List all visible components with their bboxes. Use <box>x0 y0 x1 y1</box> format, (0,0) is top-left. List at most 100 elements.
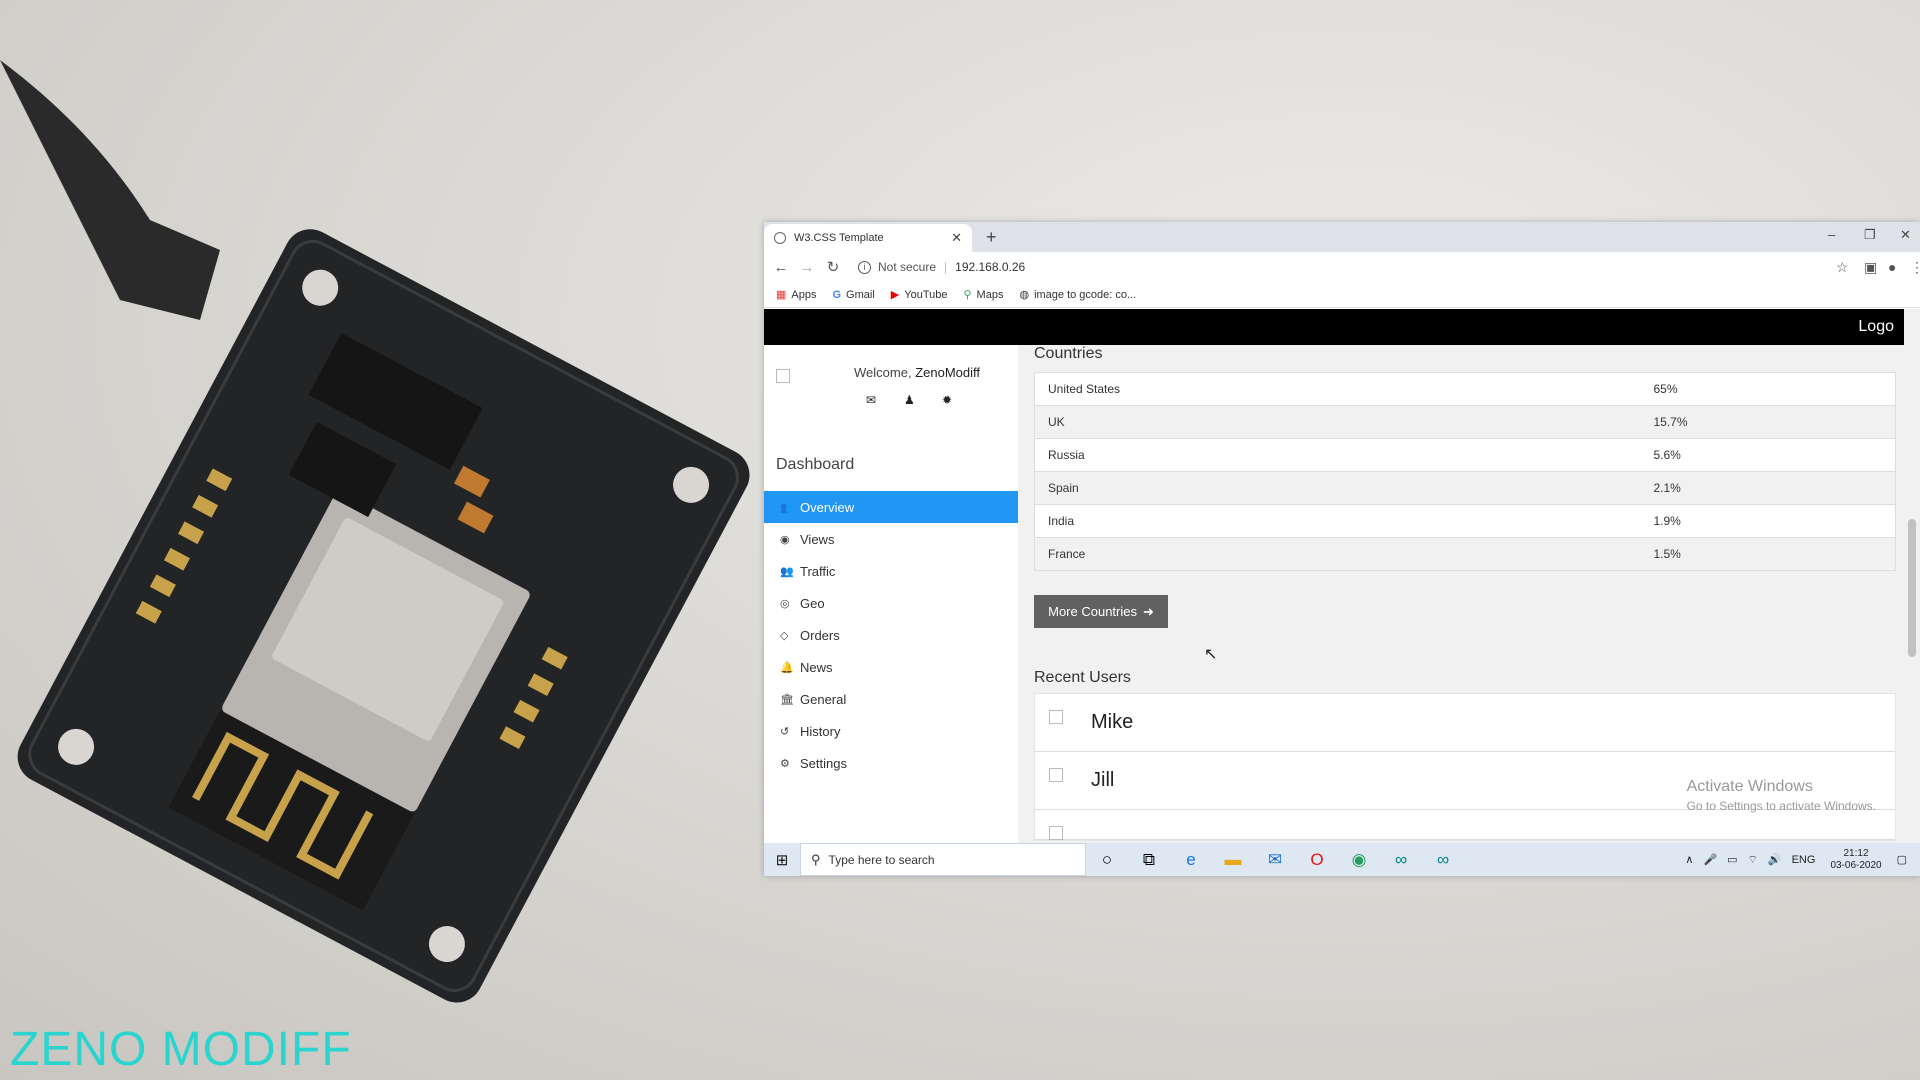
sidebar-item-traffic[interactable]: 👥 Traffic <box>764 555 1018 587</box>
clock-date: 03-06-2020 <box>1830 859 1882 871</box>
task-view-icon[interactable]: ⧉ <box>1128 850 1170 870</box>
bookmark-maps[interactable]: ⚲ Maps <box>963 288 1003 302</box>
user-avatar <box>1049 710 1063 724</box>
sidebar-item-geo[interactable]: ◎ Geo <box>764 587 1018 619</box>
menu-kebab-icon[interactable]: ⋮ <box>1910 259 1920 276</box>
taskbar: ⊞ ⚲ Type here to search ○ ⧉ e ▬ ✉ O ◉ ∞ … <box>764 843 1920 876</box>
globe-icon <box>774 232 786 244</box>
bullseye-icon: ◎ <box>780 597 790 610</box>
bank-icon: 🏛 <box>780 693 794 706</box>
forward-icon[interactable]: → <box>794 259 820 276</box>
back-icon[interactable]: ← <box>768 259 794 276</box>
windows-start-icon[interactable]: ⊞ <box>764 851 800 869</box>
sidebar: Welcome, ZenoModiff ✉ ♟ ✹ Dashboard 👥 Ove… <box>764 345 1018 843</box>
chevron-up-icon[interactable]: ∧ <box>1685 853 1693 866</box>
bookmark-gmail[interactable]: G Gmail <box>832 289 874 301</box>
bookmark-apps[interactable]: ▦ Apps <box>776 288 816 302</box>
country-percent: 5.6% <box>1640 438 1896 472</box>
tab-strip: W3.CSS Template ✕ + – ❐ ✕ <box>764 222 1920 252</box>
list-item[interactable] <box>1035 810 1895 840</box>
cog-icon[interactable]: ✹ <box>942 393 952 407</box>
search-icon: ⚲ <box>811 851 821 867</box>
edge-icon[interactable]: e <box>1170 850 1212 870</box>
user-avatar <box>1049 826 1063 840</box>
url-field[interactable]: i Not secure | 192.168.0.26 <box>858 260 1025 274</box>
sidebar-item-overview[interactable]: 👥 Overview <box>764 491 1018 523</box>
country-name: United States <box>1034 372 1641 406</box>
sidebar-item-general[interactable]: 🏛 General <box>764 683 1018 715</box>
envelope-icon[interactable]: ✉ <box>866 393 876 407</box>
url-text[interactable]: 192.168.0.26 <box>955 260 1025 274</box>
info-icon[interactable]: i <box>858 260 871 274</box>
microphone-icon[interactable]: 🎤 <box>1703 853 1717 866</box>
clock-time: 21:12 <box>1843 847 1869 859</box>
arrow-right-icon: ➜ <box>1142 603 1154 619</box>
cog-icon: ⚙ <box>780 757 790 770</box>
maps-pin-icon: ⚲ <box>963 289 972 301</box>
taskbar-search-input[interactable]: ⚲ Type here to search <box>800 843 1086 876</box>
youtube-icon: ▶ <box>890 289 900 301</box>
country-percent: 65% <box>1640 372 1896 406</box>
language-indicator[interactable]: ENG <box>1792 854 1816 866</box>
bookmark-star-icon[interactable]: ☆ <box>1836 259 1849 276</box>
logo-text[interactable]: Logo <box>1858 318 1894 336</box>
recent-users-list: Mike Jill <box>1034 693 1896 841</box>
sidebar-item-news[interactable]: 🔔 News <box>764 651 1018 683</box>
clock[interactable]: 21:12 03-06-2020 <box>1830 848 1881 872</box>
file-explorer-icon[interactable]: ▬ <box>1212 850 1254 870</box>
sidebar-item-settings[interactable]: ⚙ Settings <box>764 747 1018 779</box>
top-bar: Logo <box>764 309 1904 345</box>
sidebar-item-orders[interactable]: ◇ Orders <box>764 619 1018 651</box>
user-name: Jill <box>1091 769 1115 791</box>
url-separator: | <box>944 260 948 274</box>
extension-icon[interactable]: ▣ <box>1864 259 1877 276</box>
cortana-icon[interactable]: ○ <box>1086 850 1128 870</box>
arduino-icon[interactable]: ∞ <box>1380 850 1422 870</box>
table-row: France 1.5% <box>1034 537 1896 571</box>
opera-icon[interactable]: O <box>1296 850 1338 870</box>
country-percent: 2.1% <box>1640 471 1896 505</box>
browser-window: W3.CSS Template ✕ + – ❐ ✕ ← → ↻ i Not se… <box>764 222 1920 876</box>
new-tab-button[interactable]: + <box>986 227 997 248</box>
table-row: UK 15.7% <box>1034 405 1896 439</box>
list-item[interactable]: Mike <box>1035 694 1895 752</box>
wifi-icon[interactable]: ⌔ <box>1748 853 1758 867</box>
address-bar-row: ← → ↻ i Not secure | 192.168.0.26 ☆ ▣ ● … <box>764 252 1920 282</box>
page-scrollbar[interactable] <box>1904 309 1920 843</box>
sidebar-item-history[interactable]: ↺ History <box>764 715 1018 747</box>
mouse-cursor-icon: ↖ <box>1204 646 1218 663</box>
minimize-button[interactable]: – <box>1828 227 1835 242</box>
chrome-icon[interactable]: ◉ <box>1338 850 1380 870</box>
sidebar-item-views[interactable]: ◉ Views <box>764 523 1018 555</box>
browser-tab[interactable]: W3.CSS Template ✕ <box>764 224 972 252</box>
volume-icon[interactable]: 🔊 <box>1768 853 1782 866</box>
mail-icon[interactable]: ✉ <box>1254 850 1296 870</box>
arduino-icon[interactable]: ∞ <box>1422 850 1464 870</box>
profile-icon[interactable]: ● <box>1888 259 1896 275</box>
battery-icon[interactable]: ▭ <box>1727 853 1737 866</box>
country-name: France <box>1034 537 1641 571</box>
notification-icon[interactable]: ▢ <box>1897 853 1907 866</box>
bell-icon: 🔔 <box>780 661 794 674</box>
user-name: Mike <box>1091 711 1134 733</box>
bookmark-gcode[interactable]: ◍ image to gcode: co... <box>1019 288 1136 302</box>
restore-button[interactable]: ❐ <box>1864 227 1876 243</box>
countries-heading: Countries <box>1034 345 1103 362</box>
tab-close-icon[interactable]: ✕ <box>951 230 962 246</box>
close-window-button[interactable]: ✕ <box>1900 227 1911 243</box>
watermark-text: ZENO MODIFF <box>10 1023 352 1076</box>
reload-icon[interactable]: ↻ <box>820 258 846 276</box>
user-avatar <box>1049 768 1063 782</box>
welcome-text: Welcome, ZenoModiff <box>854 365 980 380</box>
table-row: United States 65% <box>1034 372 1896 406</box>
history-icon: ↺ <box>780 725 790 738</box>
users-icon: 👥 <box>780 565 794 578</box>
table-row: Spain 2.1% <box>1034 471 1896 505</box>
more-countries-button[interactable]: More Countries ➜ <box>1034 595 1168 628</box>
apps-grid-icon: ▦ <box>776 289 787 301</box>
bookmark-youtube[interactable]: ▶ YouTube <box>890 288 948 302</box>
scrollbar-thumb[interactable] <box>1908 519 1916 657</box>
table-row: India 1.9% <box>1034 504 1896 538</box>
user-icon[interactable]: ♟ <box>904 393 915 407</box>
sidebar-menu: 👥 Overview ◉ Views 👥 Traffic ◎ Geo ◇ Orders 🔔… <box>764 491 1018 779</box>
